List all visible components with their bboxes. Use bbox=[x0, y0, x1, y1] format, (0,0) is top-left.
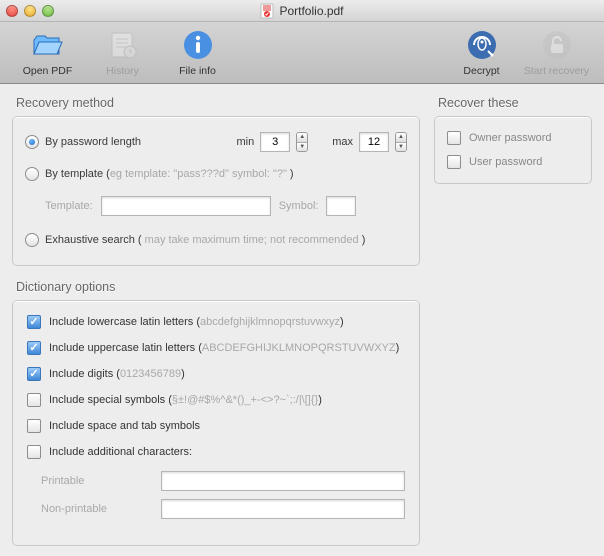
toolbar-label: Decrypt bbox=[463, 65, 499, 77]
exhaustive-label: Exhaustive search ( bbox=[45, 234, 142, 246]
history-icon bbox=[106, 28, 140, 62]
symbol-input[interactable] bbox=[326, 196, 356, 216]
exhaustive-hint: may take maximum time; not recommended bbox=[142, 234, 362, 246]
printable-label: Printable bbox=[41, 475, 151, 487]
min-label: min bbox=[236, 136, 254, 148]
lowercase-label: Include lowercase latin letters ( bbox=[49, 316, 200, 328]
checkbox-user-password[interactable] bbox=[447, 155, 461, 169]
recovery-method-heading: Recovery method bbox=[16, 96, 420, 110]
checkbox-space-tab[interactable] bbox=[27, 419, 41, 433]
lowercase-close: ) bbox=[340, 316, 344, 328]
max-input[interactable] bbox=[359, 132, 389, 152]
checkbox-owner-password[interactable] bbox=[447, 131, 461, 145]
radio-by-password-length[interactable] bbox=[25, 135, 39, 149]
nonprintable-input[interactable] bbox=[161, 499, 405, 519]
checkbox-digits[interactable] bbox=[27, 367, 41, 381]
info-icon bbox=[181, 28, 215, 62]
by-template-close: ) bbox=[287, 168, 294, 180]
radio-exhaustive-search[interactable] bbox=[25, 233, 39, 247]
template-input[interactable] bbox=[101, 196, 271, 216]
dictionary-options-heading: Dictionary options bbox=[16, 280, 420, 294]
close-window-button[interactable] bbox=[6, 5, 18, 17]
additional-label: Include additional characters: bbox=[49, 446, 192, 458]
min-input[interactable] bbox=[260, 132, 290, 152]
by-password-length-label: By password length bbox=[45, 136, 141, 148]
radio-by-template[interactable] bbox=[25, 167, 39, 181]
recover-these-heading: Recover these bbox=[438, 96, 592, 110]
start-recovery-button: Start recovery bbox=[519, 28, 594, 77]
checkbox-special[interactable] bbox=[27, 393, 41, 407]
by-template-hint: eg template: "pass???d" symbol: "?" bbox=[110, 168, 287, 180]
lowercase-hint: abcdefghijklmnopqrstuvwxyz bbox=[200, 316, 340, 328]
special-hint: §±!@#$%^&*()_+-<>?~`;:/|\[]{} bbox=[172, 394, 318, 406]
max-stepper[interactable]: ▲▼ bbox=[395, 132, 407, 152]
file-info-button[interactable]: File info bbox=[160, 28, 235, 77]
uppercase-close: ) bbox=[396, 342, 400, 354]
digits-label: Include digits ( bbox=[49, 368, 120, 380]
zoom-window-button[interactable] bbox=[42, 5, 54, 17]
toolbar-label: File info bbox=[179, 65, 216, 77]
digits-hint: 0123456789 bbox=[120, 368, 181, 380]
checkbox-lowercase[interactable] bbox=[27, 315, 41, 329]
special-label: Include special symbols ( bbox=[49, 394, 172, 406]
toolbar-label: History bbox=[106, 65, 139, 77]
uppercase-label: Include uppercase latin letters ( bbox=[49, 342, 202, 354]
checkbox-uppercase[interactable] bbox=[27, 341, 41, 355]
titlebar: Portfolio.pdf bbox=[0, 0, 604, 22]
exhaustive-close: ) bbox=[362, 234, 366, 246]
by-template-label: By template ( bbox=[45, 168, 110, 180]
folder-open-icon bbox=[31, 28, 65, 62]
toolbar-label: Open PDF bbox=[23, 65, 73, 77]
checkbox-additional[interactable] bbox=[27, 445, 41, 459]
printable-input[interactable] bbox=[161, 471, 405, 491]
template-label: Template: bbox=[45, 200, 93, 212]
lock-open-icon bbox=[540, 28, 574, 62]
pdf-file-icon bbox=[260, 3, 274, 19]
history-button: History bbox=[85, 28, 160, 77]
toolbar: Open PDF History File info bbox=[0, 22, 604, 84]
decrypt-icon bbox=[465, 28, 499, 62]
uppercase-hint: ABCDEFGHIJKLMNOPQRSTUVWXYZ bbox=[202, 342, 396, 354]
symbol-label: Symbol: bbox=[279, 200, 319, 212]
open-pdf-button[interactable]: Open PDF bbox=[10, 28, 85, 77]
nonprintable-label: Non-printable bbox=[41, 503, 151, 515]
window-title: Portfolio.pdf bbox=[279, 4, 343, 18]
owner-password-label: Owner password bbox=[469, 132, 552, 144]
dictionary-options-panel: Include lowercase latin letters (abcdefg… bbox=[12, 300, 420, 546]
max-label: max bbox=[332, 136, 353, 148]
toolbar-label: Start recovery bbox=[524, 65, 589, 77]
space-tab-label: Include space and tab symbols bbox=[49, 420, 200, 432]
minimize-window-button[interactable] bbox=[24, 5, 36, 17]
decrypt-button[interactable]: Decrypt bbox=[444, 28, 519, 77]
user-password-label: User password bbox=[469, 156, 542, 168]
digits-close: ) bbox=[181, 368, 185, 380]
special-close: ) bbox=[318, 394, 322, 406]
min-stepper[interactable]: ▲▼ bbox=[296, 132, 308, 152]
recover-these-panel: Owner password User password bbox=[434, 116, 592, 184]
recovery-method-panel: By password length min ▲▼ max ▲▼ By temp… bbox=[12, 116, 420, 266]
